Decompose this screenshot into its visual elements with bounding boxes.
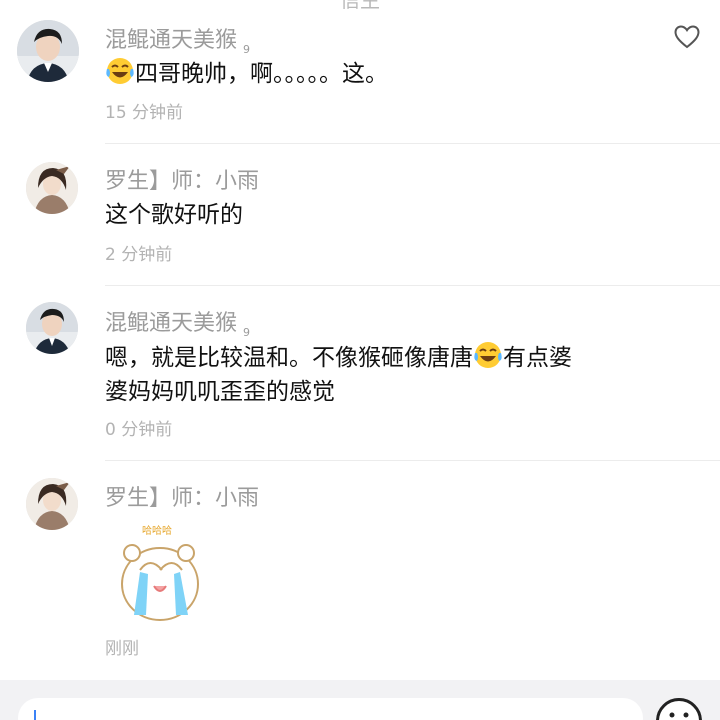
comment-text: 四哥晚帅，啊。。。。。这。: [105, 56, 695, 91]
comment-text: 嗯，就是比较温和。不像猴砸像唐唐 有点婆 婆妈妈叽叽歪歪的感觉: [105, 340, 695, 409]
comment-text-part: 有点婆: [503, 345, 572, 371]
comment-text-body: 四哥晚帅，啊。。。。。这。: [135, 61, 388, 87]
laughing-tears-emoji: [474, 342, 502, 368]
comment-text-part: 婆妈妈叽叽歪歪的感觉: [105, 379, 335, 405]
laughing-tears-emoji: [106, 58, 134, 84]
crying-bear-sticker[interactable]: 哈哈哈: [110, 520, 210, 625]
username[interactable]: 混鲲通天美猴 9: [105, 22, 250, 56]
avatar[interactable]: [17, 20, 79, 82]
username-text: 罗生】师：小雨: [105, 169, 260, 194]
user-level-badge: 9: [243, 326, 251, 339]
comment-input[interactable]: [18, 698, 643, 720]
avatar-image: [17, 20, 79, 82]
comment-time: 0 分钟前: [105, 420, 173, 440]
user-level-badge: 9: [243, 43, 251, 56]
avatar-image: [26, 162, 78, 214]
divider: [105, 143, 720, 144]
smiley-face-glyph: [669, 712, 689, 718]
divider: [105, 285, 720, 286]
sticker-caption: 哈哈哈: [142, 524, 172, 537]
avatar[interactable]: [26, 478, 78, 530]
username[interactable]: 罗生】师：小雨: [105, 480, 259, 512]
username[interactable]: 混鲲通天美猴 9: [105, 305, 250, 339]
comment-text-part: 嗯，就是比较温和。不像猴砸像唐唐: [105, 345, 473, 371]
comment-time: 15 分钟前: [105, 103, 184, 123]
comments-screen: 信生 混鲲通天美猴 9 四哥晚帅，啊。。。。。这。 15 分钟前 罗生】师：小雨…: [0, 0, 720, 720]
comment-text: 这个歌好听的: [105, 202, 243, 228]
avatar-image: [26, 478, 78, 530]
text-cursor: [34, 710, 36, 720]
username-text: 罗生】师：小雨: [105, 486, 260, 511]
avatar[interactable]: [26, 302, 78, 354]
avatar-image: [26, 302, 78, 354]
username[interactable]: 罗生】师：小雨: [105, 163, 259, 195]
avatar[interactable]: [26, 162, 78, 214]
comment-time: 刚刚: [105, 639, 139, 659]
comment-time: 2 分钟前: [105, 245, 173, 265]
smiley-face-icon[interactable]: [656, 698, 702, 720]
username-text: 混鲲通天美猴: [105, 311, 238, 336]
username-text: 混鲲通天美猴: [105, 28, 238, 53]
header-title: 信生: [340, 0, 380, 12]
heart-outline-icon[interactable]: [674, 25, 700, 49]
divider: [105, 460, 720, 461]
